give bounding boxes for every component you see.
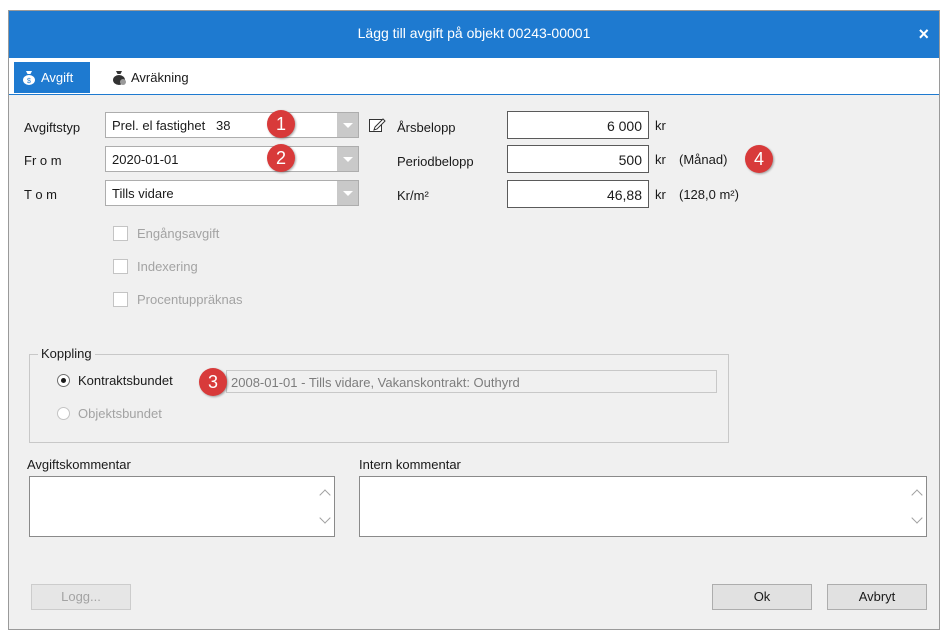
ok-button[interactable]: Ok xyxy=(712,584,812,610)
engangsavgift-checkbox[interactable]: Engångsavgift xyxy=(113,226,219,241)
logg-button[interactable]: Logg... xyxy=(31,584,131,610)
tab-avrakning-label: Avräkning xyxy=(131,70,189,85)
chevron-up-icon[interactable] xyxy=(319,489,331,501)
koppling-group: Koppling xyxy=(29,346,729,443)
kr-m2-field[interactable]: 46,88 xyxy=(507,180,649,208)
scrollbar[interactable] xyxy=(909,477,926,536)
annotation-badge-4: 4 xyxy=(745,145,773,173)
avbryt-button[interactable]: Avbryt xyxy=(827,584,927,610)
kontraktsbundet-radio[interactable]: Kontraktsbundet xyxy=(57,373,173,388)
tom-select[interactable]: Tills vidare xyxy=(105,180,359,206)
avgiftstyp-value: Prel. el fastighet 38 xyxy=(112,118,231,133)
arsbelopp-field[interactable]: 6 000 xyxy=(507,111,649,139)
kontrakt-info-field: 2008-01-01 - Tills vidare, Vakanskontrak… xyxy=(226,370,717,393)
annotation-badge-1: 1 xyxy=(267,110,295,138)
avgiftstyp-label: Avgiftstyp xyxy=(24,120,81,135)
tab-avgift-label: Avgift xyxy=(41,70,74,85)
kr-m2-label: Kr/m² xyxy=(397,188,429,203)
tab-avrakning[interactable]: Avräkning xyxy=(104,62,197,93)
checkbox-box[interactable] xyxy=(113,259,128,274)
arsbelopp-label: Årsbelopp xyxy=(397,120,456,135)
moneybag-icon: $ xyxy=(23,71,35,85)
avgiftstyp-select[interactable]: Prel. el fastighet 38 xyxy=(105,112,359,138)
scrollbar[interactable] xyxy=(317,477,334,536)
objektsbundet-label: Objektsbundet xyxy=(78,406,162,421)
dialog-window: Lägg till avgift på objekt 00243-00001 ×… xyxy=(8,10,940,630)
moneybag-settle-icon xyxy=(113,71,126,85)
arsbelopp-unit: kr xyxy=(655,118,666,133)
kr-m2-suffix: (128,0 m²) xyxy=(679,187,739,202)
intern-kommentar-textarea[interactable] xyxy=(359,476,927,537)
indexering-label: Indexering xyxy=(137,259,198,274)
indexering-checkbox[interactable]: Indexering xyxy=(113,259,198,274)
tab-strip: $ Avgift Avräkning xyxy=(9,58,939,95)
chevron-down-icon[interactable] xyxy=(337,181,358,205)
periodbelopp-field[interactable]: 500 xyxy=(507,145,649,173)
tom-label: T o m xyxy=(24,187,57,202)
svg-text:$: $ xyxy=(27,78,31,85)
engangsavgift-label: Engångsavgift xyxy=(137,226,220,241)
tom-value: Tills vidare xyxy=(112,186,174,201)
annotation-badge-3: 3 xyxy=(199,368,227,396)
koppling-legend: Koppling xyxy=(38,346,95,361)
tab-avgift[interactable]: $ Avgift xyxy=(14,62,90,93)
periodbelopp-value: 500 xyxy=(618,152,642,168)
periodbelopp-unit: kr xyxy=(655,152,666,167)
procentupprakning-label: Procentuppräknas xyxy=(137,292,243,307)
chevron-down-icon[interactable] xyxy=(337,147,358,171)
checkbox-box[interactable] xyxy=(113,226,128,241)
chevron-up-icon[interactable] xyxy=(911,489,923,501)
radio-circle[interactable] xyxy=(57,407,70,420)
avgiftskommentar-textarea[interactable] xyxy=(29,476,335,537)
procentupprakning-checkbox[interactable]: Procentuppräknas xyxy=(113,292,243,307)
radio-circle[interactable] xyxy=(57,374,70,387)
close-button[interactable]: × xyxy=(918,24,929,45)
arsbelopp-value: 6 000 xyxy=(606,118,642,134)
periodbelopp-label: Periodbelopp xyxy=(397,154,474,169)
title-bar: Lägg till avgift på objekt 00243-00001 × xyxy=(9,11,939,58)
chevron-down-icon[interactable] xyxy=(319,512,331,524)
objektsbundet-radio[interactable]: Objektsbundet xyxy=(57,406,162,421)
kontraktsbundet-label: Kontraktsbundet xyxy=(78,373,173,388)
checkbox-box[interactable] xyxy=(113,292,128,307)
annotation-badge-2: 2 xyxy=(267,144,295,172)
kr-m2-value: 46,88 xyxy=(606,187,642,203)
kr-m2-unit: kr xyxy=(655,187,666,202)
dialog-title: Lägg till avgift på objekt 00243-00001 xyxy=(357,25,591,41)
edit-icon[interactable] xyxy=(368,116,386,134)
chevron-down-icon[interactable] xyxy=(911,512,923,524)
intern-kommentar-label: Intern kommentar xyxy=(359,457,461,472)
periodbelopp-suffix: (Månad) xyxy=(679,152,728,167)
chevron-down-icon[interactable] xyxy=(337,113,358,137)
from-date-value: 2020-01-01 xyxy=(112,152,179,167)
from-date-select[interactable]: 2020-01-01 xyxy=(105,146,359,172)
kontrakt-info-value: 2008-01-01 - Tills vidare, Vakanskontrak… xyxy=(231,375,520,390)
from-label: Fr o m xyxy=(24,153,62,168)
avgiftskommentar-label: Avgiftskommentar xyxy=(27,457,131,472)
